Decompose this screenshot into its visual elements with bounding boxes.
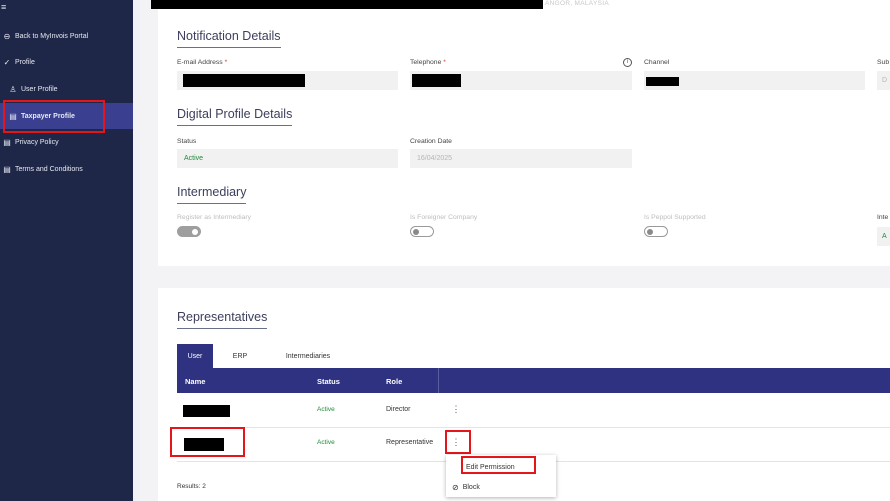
menu-item-edit-permission[interactable]: Edit Permission <box>446 458 556 476</box>
foreigner-company-toggle[interactable] <box>410 226 434 237</box>
sidebar-item-user-profile[interactable]: ♙ User Profile <box>0 76 133 102</box>
table-header <box>177 368 890 393</box>
sub-field[interactable]: D <box>877 71 890 90</box>
row-divider <box>177 427 890 428</box>
column-header-role: Role <box>386 377 403 386</box>
user-icon: ♙ <box>9 84 17 94</box>
creation-date-label: Creation Date <box>410 138 452 145</box>
sub-label: Sub <box>877 59 890 66</box>
sidebar-item-profile[interactable]: ✓ Profile <box>0 49 133 75</box>
sidebar-item-label: Taxpayer Profile <box>21 112 75 120</box>
block-icon: ⊘ <box>452 482 459 492</box>
profile-card <box>158 12 890 266</box>
menu-item-block[interactable]: ⊘ Block <box>446 478 556 496</box>
menu-item-label: Edit Permission <box>466 463 515 471</box>
redacted-channel <box>646 77 679 86</box>
foreigner-company-label: Is Foreigner Company <box>410 214 478 221</box>
tab-erp[interactable]: ERP <box>216 344 264 368</box>
inte-label: Inte <box>877 214 889 221</box>
sidebar-item-privacy-policy[interactable]: ▤ Privacy Policy <box>0 129 133 155</box>
sidebar-item-label: Terms and Conditions <box>15 165 83 173</box>
column-header-status: Status <box>317 377 340 386</box>
header-divider <box>438 368 439 393</box>
peppol-supported-label: Is Peppol Supported <box>644 214 706 221</box>
menu-icon[interactable]: ≡ <box>1 2 6 12</box>
sidebar-item-taxpayer-profile[interactable]: ▤ Taxpayer Profile <box>0 103 133 129</box>
redacted-email <box>183 74 305 87</box>
channel-label: Channel <box>644 59 670 66</box>
sidebar-item-label: Profile <box>15 58 35 66</box>
creation-date-field: 16/04/2025 <box>410 149 632 168</box>
check-icon: ✓ <box>3 57 11 67</box>
sidebar-item-label: Back to MyInvois Portal <box>15 32 89 40</box>
tab-user[interactable]: User <box>177 344 213 368</box>
back-circle-icon: ⊖ <box>3 31 11 41</box>
section-title-digital-profile: Digital Profile Details <box>177 107 293 126</box>
telephone-label: Telephone * <box>410 59 446 66</box>
sidebar-item-terms[interactable]: ▤ Terms and Conditions <box>0 156 133 182</box>
menu-item-label: Block <box>462 483 480 491</box>
redacted-name <box>183 405 230 417</box>
column-header-name: Name <box>185 377 206 386</box>
peppol-supported-toggle[interactable] <box>644 226 668 237</box>
address-fragment: ANGOR, MALAYSIA <box>545 0 609 7</box>
row-actions-menu: Edit Permission ⊘ Block <box>446 455 556 497</box>
table-row-status: Active <box>317 406 335 413</box>
tab-intermediaries[interactable]: Intermediaries <box>270 344 346 368</box>
document-icon: ▤ <box>3 164 11 174</box>
register-intermediary-label: Register as Intermediary <box>177 214 252 221</box>
document-icon: ▤ <box>9 111 17 121</box>
inte-field: A <box>877 227 890 246</box>
table-row-role: Representative <box>386 439 434 446</box>
redacted-name <box>184 438 224 451</box>
more-options-icon[interactable]: ⋮ <box>451 437 461 448</box>
results-count: Results: 2 <box>177 483 206 490</box>
document-icon: ▤ <box>3 137 11 147</box>
status-field: Active <box>177 149 398 168</box>
table-row-status: Active <box>317 439 335 446</box>
sidebar-item-label: Privacy Policy <box>15 138 59 146</box>
sidebar-item-back-to-portal[interactable]: ⊖ Back to MyInvois Portal <box>0 23 133 49</box>
redacted-bar <box>151 0 543 9</box>
status-label: Status <box>177 138 197 145</box>
sidebar: ≡ ⊖ Back to MyInvois Portal ✓ Profile ♙ … <box>0 0 133 501</box>
email-label: E-mail Address * <box>177 59 228 66</box>
info-icon[interactable]: i <box>623 58 632 67</box>
section-title-intermediary: Intermediary <box>177 185 247 204</box>
sidebar-item-label: User Profile <box>21 85 58 93</box>
section-title-notification: Notification Details <box>177 29 281 48</box>
register-intermediary-toggle[interactable] <box>177 226 201 237</box>
section-title-representatives: Representatives <box>177 310 268 329</box>
table-row-role: Director <box>386 406 411 413</box>
more-options-icon[interactable]: ⋮ <box>451 404 461 415</box>
redacted-telephone <box>412 74 461 87</box>
